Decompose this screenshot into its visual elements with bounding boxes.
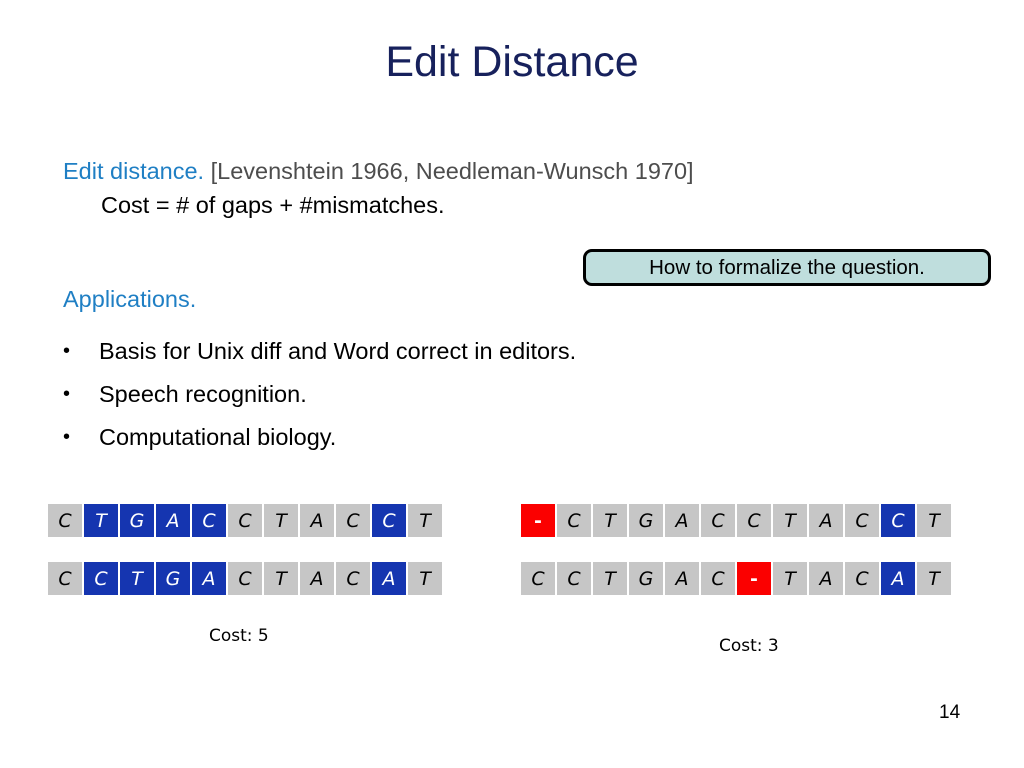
sequence-cell: A [665,562,699,595]
list-item-label: Basis for Unix diff and Word correct in … [99,338,577,364]
sequence-cell: T [408,562,442,595]
bullet-icon: • [63,426,71,448]
sequence-cell: A [809,562,843,595]
sequence-cell: A [156,504,190,537]
applications-list: • Basis for Unix diff and Word correct i… [63,330,823,459]
sequence-cell: C [521,562,555,595]
sequence-cell: C [228,562,262,595]
sequence-cell: C [737,504,771,537]
definition-lead: Edit distance. [63,158,205,184]
sequence-row: CTGACCTACCT [48,504,442,537]
sequence-cell: A [300,562,334,595]
sequence-cell: T [120,562,154,595]
list-item: • Speech recognition. [63,373,823,416]
list-item: • Computational biology. [63,416,823,459]
sequence-cell: C [557,562,591,595]
sequence-cell: A [192,562,226,595]
sequence-cell: G [120,504,154,537]
sequence-row: -CTGACCTACCT [521,504,951,537]
sequence-cell: C [336,504,370,537]
sequence-cell: G [629,562,663,595]
page-title: Edit Distance [385,38,639,86]
sequence-cell: C [557,504,591,537]
sequence-cell: A [372,562,406,595]
sequence-cell: G [629,504,663,537]
cost-label-right: Cost: 3 [719,636,779,656]
sequence-cell: - [521,504,555,537]
sequence-cell: T [917,504,951,537]
sequence-cell: T [593,562,627,595]
sequence-cell: A [300,504,334,537]
sequence-cell: A [665,504,699,537]
callout-text: How to formalize the question. [649,255,925,279]
sequence-cell: T [264,504,298,537]
definition-block: Edit distance. [Levenshtein 1966, Needle… [63,156,963,220]
sequence-cell: C [228,504,262,537]
sequence-cell: T [593,504,627,537]
cost-formula-line: Cost = # of gaps + #mismatches. [101,192,445,218]
sequence-row: CCTGACTACAT [48,562,442,595]
sequence-cell: C [192,504,226,537]
sequence-cell: C [845,504,879,537]
sequence-cell: C [48,504,82,537]
list-item-label: Computational biology. [99,424,337,450]
list-item: • Basis for Unix diff and Word correct i… [63,330,823,373]
sequence-cell: C [372,504,406,537]
sequence-row: CCTGAC-TACAT [521,562,951,595]
alignment-diagram-right: -CTGACCTACCT CCTGAC-TACAT [521,504,951,595]
definition-citation: [Levenshtein 1966, Needleman-Wunsch 1970… [210,158,694,184]
sequence-cell: A [881,562,915,595]
slide-canvas: { "slide": { "title": "Edit Distance", "… [0,0,1024,768]
sequence-cell: C [845,562,879,595]
alignment-diagram-left: CTGACCTACCT CCTGACTACAT [48,504,442,595]
sequence-cell: C [48,562,82,595]
sequence-cell: - [737,562,771,595]
sequence-cell: T [773,504,807,537]
sequence-cell: T [264,562,298,595]
sequence-cell: C [84,562,118,595]
cost-label-left: Cost: 5 [209,626,269,646]
page-number: 14 [939,702,961,723]
sequence-cell: C [881,504,915,537]
applications-heading: Applications. [63,286,197,312]
sequence-cell: A [809,504,843,537]
sequence-cell: T [408,504,442,537]
list-item-label: Speech recognition. [99,381,307,407]
sequence-cell: C [701,562,735,595]
sequence-cell: C [336,562,370,595]
sequence-cell: T [84,504,118,537]
definition-line: Edit distance. [Levenshtein 1966, Needle… [63,156,963,186]
sequence-cell: T [917,562,951,595]
bullet-icon: • [63,383,71,405]
bullet-icon: • [63,340,71,362]
sequence-cell: T [773,562,807,595]
sequence-cell: G [156,562,190,595]
callout-box: How to formalize the question. [583,249,991,286]
sequence-cell: C [701,504,735,537]
